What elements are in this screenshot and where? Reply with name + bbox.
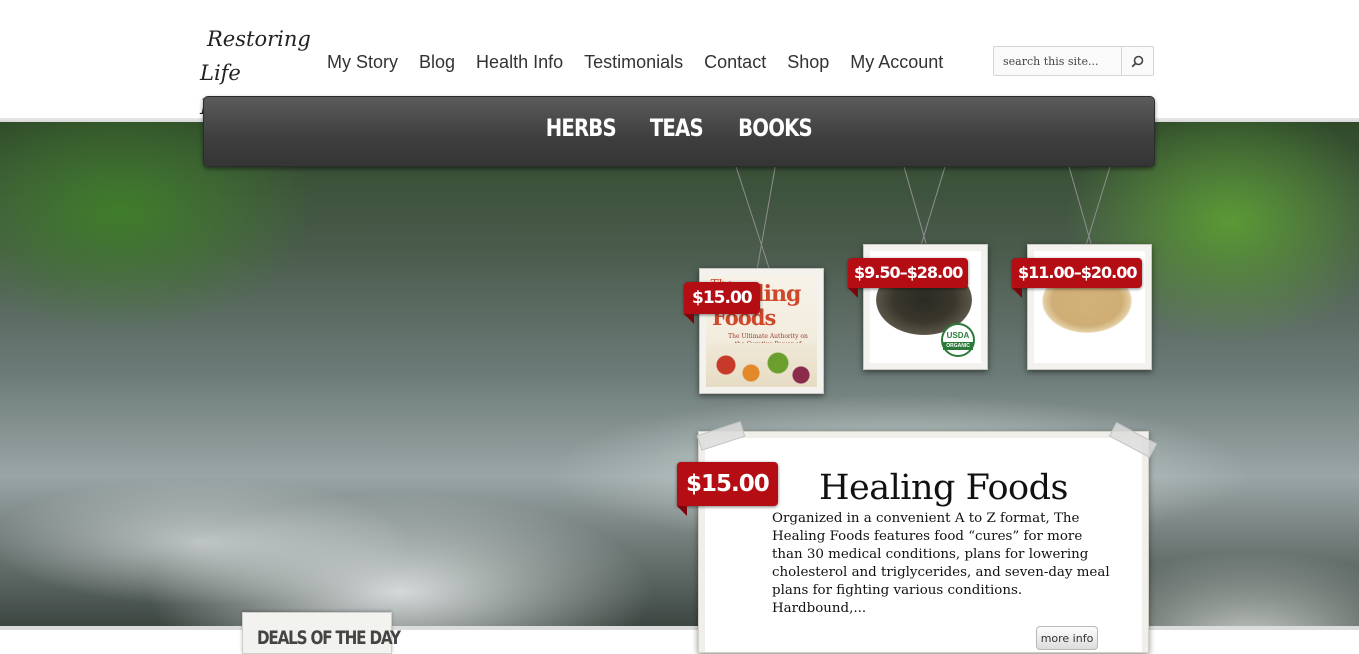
search-box	[993, 46, 1154, 76]
price-tag-herb: $11.00–$20.00	[1012, 258, 1143, 298]
search-button[interactable]	[1121, 47, 1153, 75]
usda-organic-badge: USDA ORGANIC	[941, 323, 975, 357]
nav-blog[interactable]: Blog	[419, 50, 455, 74]
nav-contact[interactable]: Contact	[704, 50, 766, 74]
featured-description: Organized in a convenient A to Z format,…	[772, 511, 1110, 616]
nav-health-info[interactable]: Health Info	[476, 50, 563, 74]
nav-my-story[interactable]: My Story	[327, 50, 398, 74]
hero-bottom-border	[0, 626, 1359, 630]
main-nav: My Story Blog Health Info Testimonials C…	[327, 50, 964, 74]
category-herbs[interactable]: HERBS	[546, 114, 617, 142]
category-books[interactable]: BOOKS	[738, 114, 813, 142]
book-cover-fruit	[706, 343, 817, 387]
hero-banner	[0, 122, 1359, 628]
price-tag-featured: $15.00	[677, 462, 778, 516]
deals-of-the-day-tab[interactable]: DEALS OF THE DAY	[242, 612, 401, 654]
nav-shop[interactable]: Shop	[787, 50, 829, 74]
nav-my-account[interactable]: My Account	[850, 50, 943, 74]
usda-badge-bottom: ORGANIC	[943, 342, 973, 350]
category-bar: HERBS TEAS BOOKS	[203, 96, 1155, 167]
price-tag-book: $15.00	[684, 282, 760, 324]
more-info-button[interactable]: more info	[1036, 626, 1098, 650]
search-input[interactable]	[994, 47, 1122, 75]
usda-badge-top: USDA	[946, 331, 970, 340]
deals-label: DEALS OF THE DAY	[257, 627, 401, 649]
price-tag-tea: $9.50–$28.00	[848, 258, 969, 298]
category-teas[interactable]: TEAS	[650, 114, 704, 142]
nav-testimonials[interactable]: Testimonials	[584, 50, 683, 74]
search-icon	[1131, 55, 1144, 67]
logo-line-1: Restoring	[207, 27, 311, 51]
